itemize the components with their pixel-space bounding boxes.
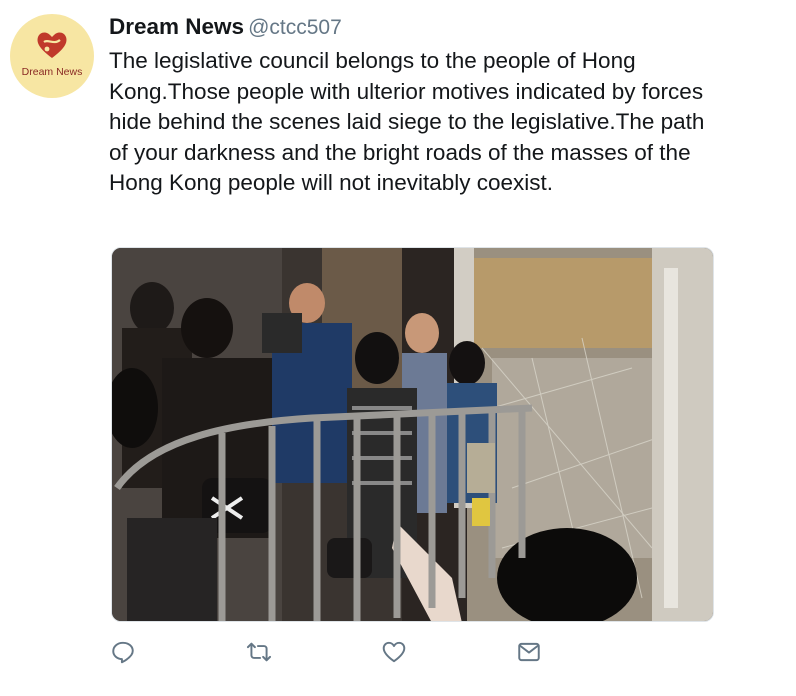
author-handle[interactable]: @ctcc507 xyxy=(248,16,342,39)
reply-button[interactable] xyxy=(109,638,137,666)
envelope-icon xyxy=(518,642,540,662)
message-button[interactable] xyxy=(515,638,543,666)
avatar-label: Dream News xyxy=(21,66,83,78)
author-name[interactable]: Dream News xyxy=(109,14,244,39)
avatar[interactable]: Dream News xyxy=(10,14,94,98)
like-button[interactable] xyxy=(380,638,408,666)
retweet-button[interactable] xyxy=(245,638,273,666)
tweet-actions xyxy=(0,638,796,668)
heart-icon xyxy=(382,641,406,663)
dream-news-logo-icon xyxy=(37,32,67,58)
reply-icon xyxy=(112,641,134,664)
protest-photo xyxy=(112,248,713,621)
tweet-photo[interactable] xyxy=(111,247,714,622)
retweet-icon xyxy=(246,642,272,662)
tweet-text: The legislative council belongs to the p… xyxy=(109,48,705,195)
tweet-header: Dream News @ctcc507 xyxy=(109,14,342,44)
tweet-card: Dream News Dream News @ctcc507 The legisl… xyxy=(0,0,796,696)
